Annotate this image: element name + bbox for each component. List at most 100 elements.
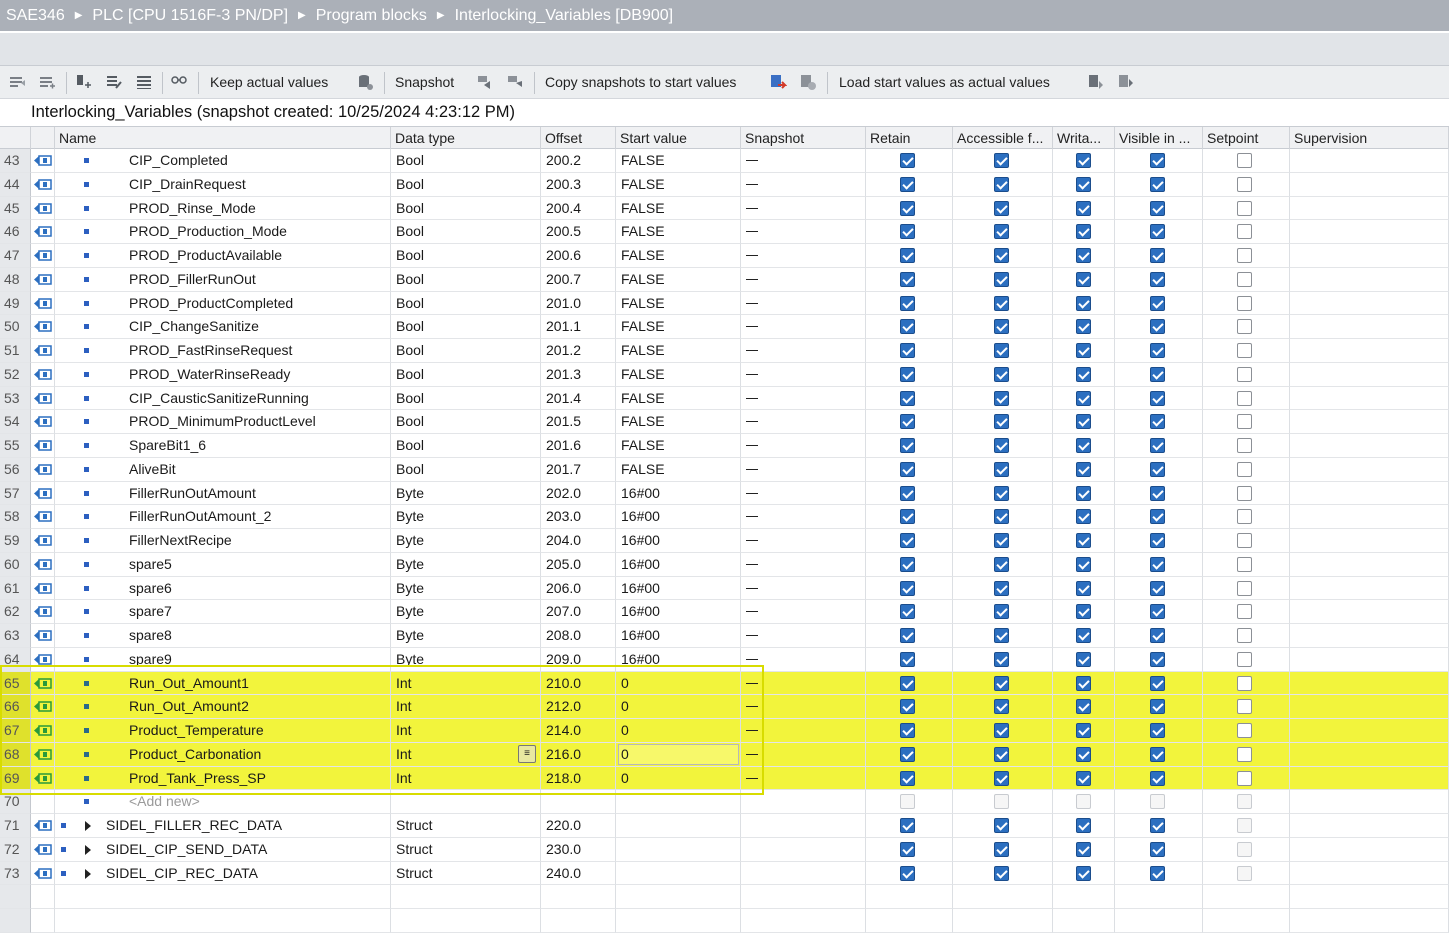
write-checkbox[interactable]: [1076, 153, 1091, 168]
visible-checkbox[interactable]: [1150, 651, 1165, 667]
table-row[interactable]: 54 PROD_MinimumProductLevel Bool 201.5 FALSE…: [0, 410, 1449, 434]
retain-checkbox[interactable]: [900, 485, 915, 501]
cell-start[interactable]: [616, 790, 741, 814]
expand-arrow-icon[interactable]: [85, 868, 91, 879]
write-checkbox[interactable]: [1076, 461, 1091, 477]
snapshot-copy-icon[interactable]: [506, 73, 524, 91]
write-checkbox[interactable]: [1076, 841, 1091, 857]
visible-checkbox[interactable]: [1150, 841, 1165, 857]
write-checkbox[interactable]: [1076, 865, 1091, 881]
setpoint-checkbox[interactable]: [1237, 533, 1252, 548]
write-checkbox[interactable]: [1076, 319, 1091, 335]
visible-checkbox[interactable]: [1150, 865, 1165, 881]
variable-name[interactable]: PROD_Production_Mode: [129, 220, 287, 243]
access-checkbox[interactable]: [994, 390, 1009, 406]
setpoint-checkbox[interactable]: [1237, 438, 1252, 453]
expand-arrow-icon[interactable]: [85, 844, 91, 855]
visible-checkbox[interactable]: [1150, 224, 1165, 240]
table-row[interactable]: 70 <Add new>: [0, 790, 1449, 814]
table-row[interactable]: 68 Product_Carbonation Int≡216.0 0 —: [0, 742, 1449, 767]
visible-checkbox[interactable]: [1150, 295, 1165, 311]
cell-start[interactable]: 16#00: [616, 552, 741, 577]
breadcrumb-item-db[interactable]: Interlocking_Variables [DB900]: [455, 0, 674, 31]
cell-type[interactable]: Bool: [391, 434, 541, 458]
write-checkbox[interactable]: [1076, 248, 1091, 263]
snapshot-button[interactable]: Snapshot: [395, 66, 454, 99]
breadcrumb-item-project[interactable]: SAE346: [0, 0, 65, 31]
variable-name[interactable]: CIP_CausticSanitizeRunning: [129, 387, 309, 410]
cell-type[interactable]: Bool: [391, 457, 541, 482]
write-checkbox[interactable]: [1076, 699, 1091, 715]
load-start-values-button[interactable]: Load start values as actual values: [839, 66, 1050, 99]
retain-checkbox[interactable]: [900, 153, 915, 168]
cell-type[interactable]: Bool: [391, 267, 541, 292]
access-checkbox[interactable]: [994, 841, 1009, 857]
cell-start[interactable]: FALSE: [616, 244, 741, 268]
retain-checkbox[interactable]: [900, 390, 915, 406]
visible-checkbox[interactable]: [1150, 604, 1165, 620]
cell-type[interactable]: Bool: [391, 196, 541, 221]
copy-to-start-icon[interactable]: [769, 73, 787, 91]
visible-checkbox[interactable]: [1150, 699, 1165, 715]
header-offset[interactable]: Offset: [541, 127, 616, 149]
write-checkbox[interactable]: [1076, 485, 1091, 501]
setpoint-checkbox[interactable]: [1237, 485, 1252, 501]
variable-name[interactable]: spare8: [129, 624, 172, 647]
monitor-glasses-icon[interactable]: [170, 73, 188, 91]
list-view-icon[interactable]: [135, 73, 153, 91]
snapshot-capture-icon[interactable]: [476, 73, 494, 91]
retain-checkbox[interactable]: [900, 651, 915, 667]
data-type-picker-icon[interactable]: ≡: [518, 744, 536, 763]
setpoint-checkbox[interactable]: [1237, 461, 1252, 477]
access-checkbox[interactable]: [994, 153, 1009, 168]
cell-start[interactable]: 16#00: [616, 624, 741, 648]
cell-type[interactable]: Bool: [391, 362, 541, 387]
retain-checkbox[interactable]: [900, 699, 915, 715]
variable-name[interactable]: CIP_Completed: [129, 149, 228, 172]
setpoint-checkbox[interactable]: [1237, 841, 1252, 857]
visible-checkbox[interactable]: [1150, 628, 1165, 643]
variable-name[interactable]: PROD_ProductCompleted: [129, 292, 293, 315]
write-checkbox[interactable]: [1076, 224, 1091, 240]
cell-start[interactable]: FALSE: [616, 386, 741, 411]
variable-name[interactable]: CIP_DrainRequest: [129, 173, 246, 196]
cell-start[interactable]: FALSE: [616, 434, 741, 458]
cell-type[interactable]: Struct: [391, 814, 541, 838]
visible-checkbox[interactable]: [1150, 319, 1165, 335]
add-new-field[interactable]: <Add new>: [129, 790, 200, 813]
visible-checkbox[interactable]: [1150, 176, 1165, 192]
cell-type[interactable]: Byte: [391, 624, 541, 648]
header-snapshot[interactable]: Snapshot: [741, 127, 866, 149]
setpoint-checkbox[interactable]: [1237, 651, 1252, 667]
header-name[interactable]: Name: [55, 127, 391, 149]
write-checkbox[interactable]: [1076, 556, 1091, 572]
cell-type[interactable]: Byte: [391, 647, 541, 672]
cell-start[interactable]: 0: [616, 766, 741, 791]
table-row[interactable]: 65 Run_Out_Amount1 Int210.00—: [0, 671, 1449, 696]
cell-type[interactable]: Bool: [391, 220, 541, 244]
cell-type[interactable]: [391, 790, 541, 814]
retain-checkbox[interactable]: [900, 723, 915, 738]
access-checkbox[interactable]: [994, 319, 1009, 335]
table-row[interactable]: 59 FillerNextRecipe Byte204.016#00—: [0, 529, 1449, 553]
header-start-value[interactable]: Start value: [616, 127, 741, 149]
table-row[interactable]: 66 Run_Out_Amount2 Int212.00—: [0, 695, 1449, 719]
cell-start[interactable]: FALSE: [616, 172, 741, 197]
retain-checkbox[interactable]: [900, 865, 915, 881]
cell-start[interactable]: [616, 837, 741, 862]
access-checkbox[interactable]: [994, 438, 1009, 453]
variable-name[interactable]: spare9: [129, 648, 172, 671]
variable-name[interactable]: PROD_ProductAvailable: [129, 244, 282, 267]
access-checkbox[interactable]: [994, 224, 1009, 240]
retain-checkbox[interactable]: [900, 509, 915, 525]
cell-start[interactable]: FALSE: [616, 220, 741, 244]
write-checkbox[interactable]: [1076, 770, 1091, 786]
table-row[interactable]: 56 AliveBit Bool201.7FALSE—: [0, 457, 1449, 482]
setpoint-checkbox[interactable]: [1237, 271, 1252, 287]
cell-type[interactable]: Bool: [391, 149, 541, 173]
insert-row-icon[interactable]: [8, 73, 26, 91]
retain-checkbox[interactable]: [900, 580, 915, 596]
retain-checkbox[interactable]: [900, 841, 915, 857]
access-checkbox[interactable]: [994, 818, 1009, 833]
table-row[interactable]: 61 spare6 Byte206.016#00—: [0, 576, 1449, 601]
